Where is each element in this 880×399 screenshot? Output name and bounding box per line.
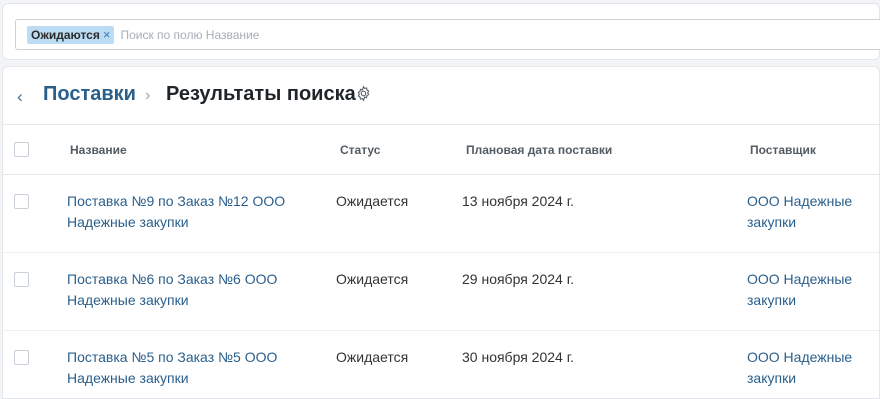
date-value: 13 ноября 2024 г. bbox=[462, 193, 574, 209]
column-header-supplier[interactable]: Поставщик bbox=[750, 143, 816, 157]
close-icon[interactable]: × bbox=[103, 27, 111, 42]
delivery-name-line1: Поставка №5 по Заказ №5 ООО bbox=[67, 349, 278, 365]
supplier-line2: закупки bbox=[747, 214, 797, 230]
search-panel: Ожидаются × bbox=[2, 3, 880, 60]
column-header-name[interactable]: Название bbox=[70, 143, 127, 157]
search-input[interactable] bbox=[120, 27, 721, 42]
date-value: 30 ноября 2024 г. bbox=[462, 349, 574, 365]
table-row[interactable]: Поставка №6 по Заказ №6 ООО Надежные зак… bbox=[3, 253, 879, 331]
supplier-line2: закупки bbox=[747, 292, 797, 308]
supplier-link[interactable]: ООО Надежные закупки bbox=[747, 191, 872, 233]
date-value: 29 ноября 2024 г. bbox=[462, 271, 574, 287]
delivery-name-line1: Поставка №9 по Заказ №12 ООО bbox=[67, 193, 286, 209]
status-value: Ожидается bbox=[336, 349, 409, 365]
supplier-line1: ООО Надежные bbox=[747, 193, 853, 209]
supplier-line1: ООО Надежные bbox=[747, 271, 853, 287]
chevron-left-icon[interactable]: ‹ bbox=[17, 87, 23, 107]
supplier-link[interactable]: ООО Надежные закупки bbox=[747, 269, 872, 311]
search-box[interactable]: Ожидаются × bbox=[15, 19, 880, 50]
status-value: Ожидается bbox=[336, 193, 409, 209]
table-row[interactable]: Поставка №5 по Заказ №5 ООО Надежные зак… bbox=[3, 331, 879, 399]
supplier-line2: закупки bbox=[747, 370, 797, 386]
column-header-status[interactable]: Статус bbox=[340, 143, 380, 157]
gear-icon[interactable] bbox=[355, 85, 372, 102]
delivery-name-link[interactable]: Поставка №5 по Заказ №5 ООО Надежные зак… bbox=[67, 347, 307, 389]
results-panel: ‹ Поставки › Результаты поиска Название … bbox=[2, 66, 880, 399]
status-value: Ожидается bbox=[336, 271, 409, 287]
filter-chip-label: Ожидаются bbox=[31, 27, 100, 42]
filter-chip[interactable]: Ожидаются × bbox=[27, 25, 115, 44]
table-header: Название Статус Плановая дата поставки П… bbox=[3, 125, 879, 175]
delivery-name-line2: Надежные закупки bbox=[67, 214, 189, 230]
delivery-name-link[interactable]: Поставка №9 по Заказ №12 ООО Надежные за… bbox=[67, 191, 307, 233]
supplier-line1: ООО Надежные bbox=[747, 349, 853, 365]
page-title: Результаты поиска bbox=[166, 83, 356, 105]
breadcrumb: ‹ Поставки › Результаты поиска bbox=[3, 67, 879, 125]
breadcrumb-link-deliveries[interactable]: Поставки bbox=[43, 83, 136, 106]
supplier-link[interactable]: ООО Надежные закупки bbox=[747, 347, 872, 389]
delivery-name-line2: Надежные закупки bbox=[67, 370, 189, 386]
deliveries-table: Название Статус Плановая дата поставки П… bbox=[3, 125, 879, 399]
table-row[interactable]: Поставка №9 по Заказ №12 ООО Надежные за… bbox=[3, 175, 879, 253]
row-checkbox[interactable] bbox=[14, 272, 29, 287]
delivery-name-line1: Поставка №6 по Заказ №6 ООО bbox=[67, 271, 278, 287]
chevron-right-icon: › bbox=[145, 87, 151, 104]
row-checkbox[interactable] bbox=[14, 350, 29, 365]
select-all-checkbox[interactable] bbox=[14, 142, 29, 157]
delivery-name-line2: Надежные закупки bbox=[67, 292, 189, 308]
column-header-date[interactable]: Плановая дата поставки bbox=[466, 143, 612, 157]
delivery-name-link[interactable]: Поставка №6 по Заказ №6 ООО Надежные зак… bbox=[67, 269, 307, 311]
row-checkbox[interactable] bbox=[14, 194, 29, 209]
